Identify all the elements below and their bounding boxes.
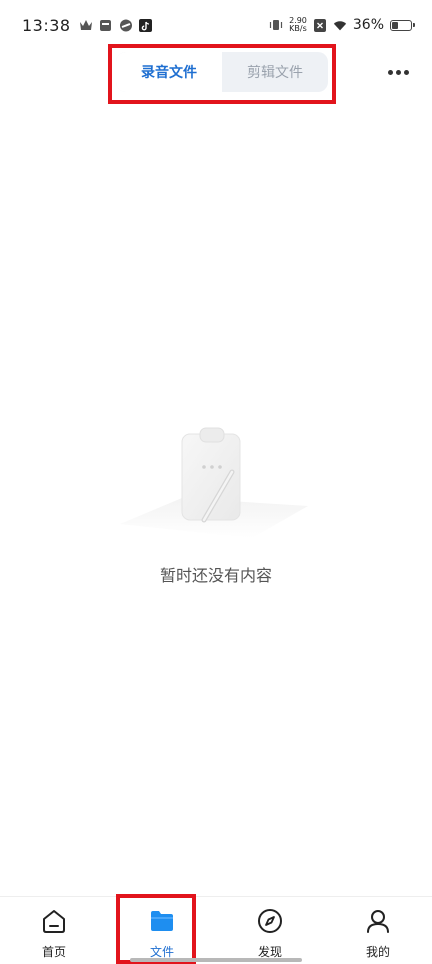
more-dot: [395, 69, 401, 75]
user-icon: [364, 907, 392, 935]
network-speed: 2.90 KB/s: [289, 16, 307, 33]
vibrate-icon: [269, 18, 283, 32]
nav-item-files[interactable]: 文件: [108, 897, 216, 964]
app-notification-icon: [99, 18, 113, 32]
nav-item-home[interactable]: 首页: [0, 897, 108, 964]
tab-label: 录音文件: [141, 65, 197, 81]
status-bar: 13:38 2.90 KB/s 36%: [0, 0, 432, 50]
empty-clipboard-illustration: [112, 420, 320, 540]
tab-recording-files[interactable]: 录音文件: [116, 52, 222, 92]
tiktok-icon: [139, 18, 153, 32]
status-time: 13:38: [22, 15, 71, 35]
link-app-icon: [119, 18, 133, 32]
more-options-button[interactable]: [382, 60, 414, 84]
sim-blocked-icon: [313, 18, 327, 32]
wifi-icon: [333, 18, 347, 32]
bottom-navigation: 首页 文件 发现 我的: [0, 896, 432, 964]
home-icon: [40, 907, 68, 935]
tab-label: 剪辑文件: [247, 65, 303, 81]
more-dot: [403, 69, 409, 75]
nav-label-home: 首页: [41, 945, 66, 959]
nav-item-mine[interactable]: 我的: [324, 897, 432, 964]
nav-item-discover[interactable]: 发现: [216, 897, 324, 964]
folder-icon: [148, 907, 176, 935]
battery-percent: 36%: [352, 17, 384, 33]
empty-state-text: 暂时还没有内容: [159, 566, 272, 585]
battery-level-fill: [392, 21, 399, 29]
home-indicator[interactable]: [130, 958, 302, 962]
battery-icon: [390, 19, 415, 31]
nav-label-mine: 我的: [365, 945, 390, 959]
files-page: 13:38 2.90 KB/s 36% 录音文件 剪辑文件 暂时还没有内容 首页…: [0, 0, 432, 964]
tab-edited-files[interactable]: 剪辑文件: [222, 52, 328, 92]
crown-icon: [79, 18, 93, 32]
compass-icon: [256, 907, 284, 935]
more-horizontal-icon: [387, 69, 393, 75]
file-type-tabs: 录音文件 剪辑文件: [116, 52, 328, 92]
